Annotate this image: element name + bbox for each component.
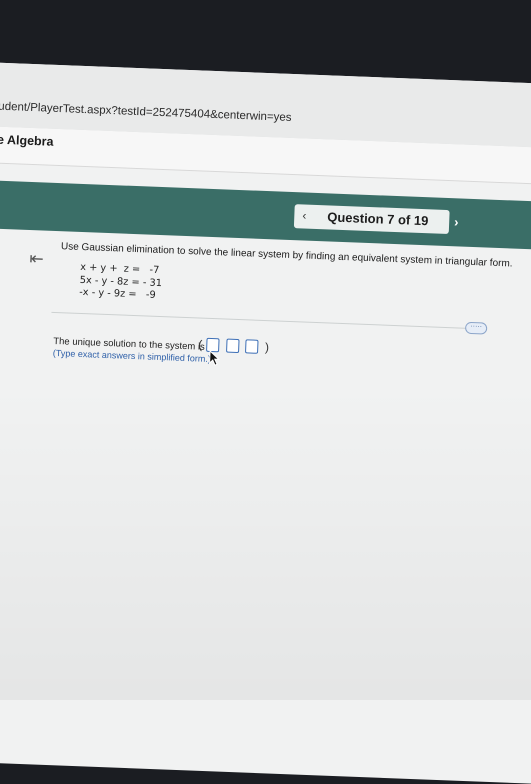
open-paren: (	[198, 337, 203, 352]
answer-input-z[interactable]	[245, 339, 259, 354]
equation-3: -x - y - 9z = -9	[79, 286, 156, 301]
question-header-bar: ‹ Question 7 of 19 ›	[0, 179, 531, 251]
answer-input-y[interactable]	[225, 338, 240, 354]
url-text[interactable]: udent/PlayerTest.aspx?testId=252475404&c…	[0, 101, 292, 124]
browser-screen: udent/PlayerTest.aspx?testId=252475404&c…	[0, 62, 531, 784]
question-counter: Question 7 of 19	[327, 209, 429, 229]
more-button[interactable]: ·····	[464, 321, 488, 335]
chevron-right-icon[interactable]: ›	[454, 214, 459, 229]
course-title: e Algebra	[0, 132, 54, 149]
section-divider	[51, 311, 488, 330]
collapse-left-icon[interactable]: ⇤	[29, 249, 44, 270]
mouse-cursor-icon	[209, 349, 221, 366]
chevron-left-icon[interactable]: ‹	[302, 208, 307, 222]
equation-system: x + y + z = -7 5x - y - 8z = - 31 -x - y…	[79, 262, 163, 303]
question-navigator: ‹ Question 7 of 19	[293, 204, 450, 235]
close-paren: )	[264, 340, 270, 355]
